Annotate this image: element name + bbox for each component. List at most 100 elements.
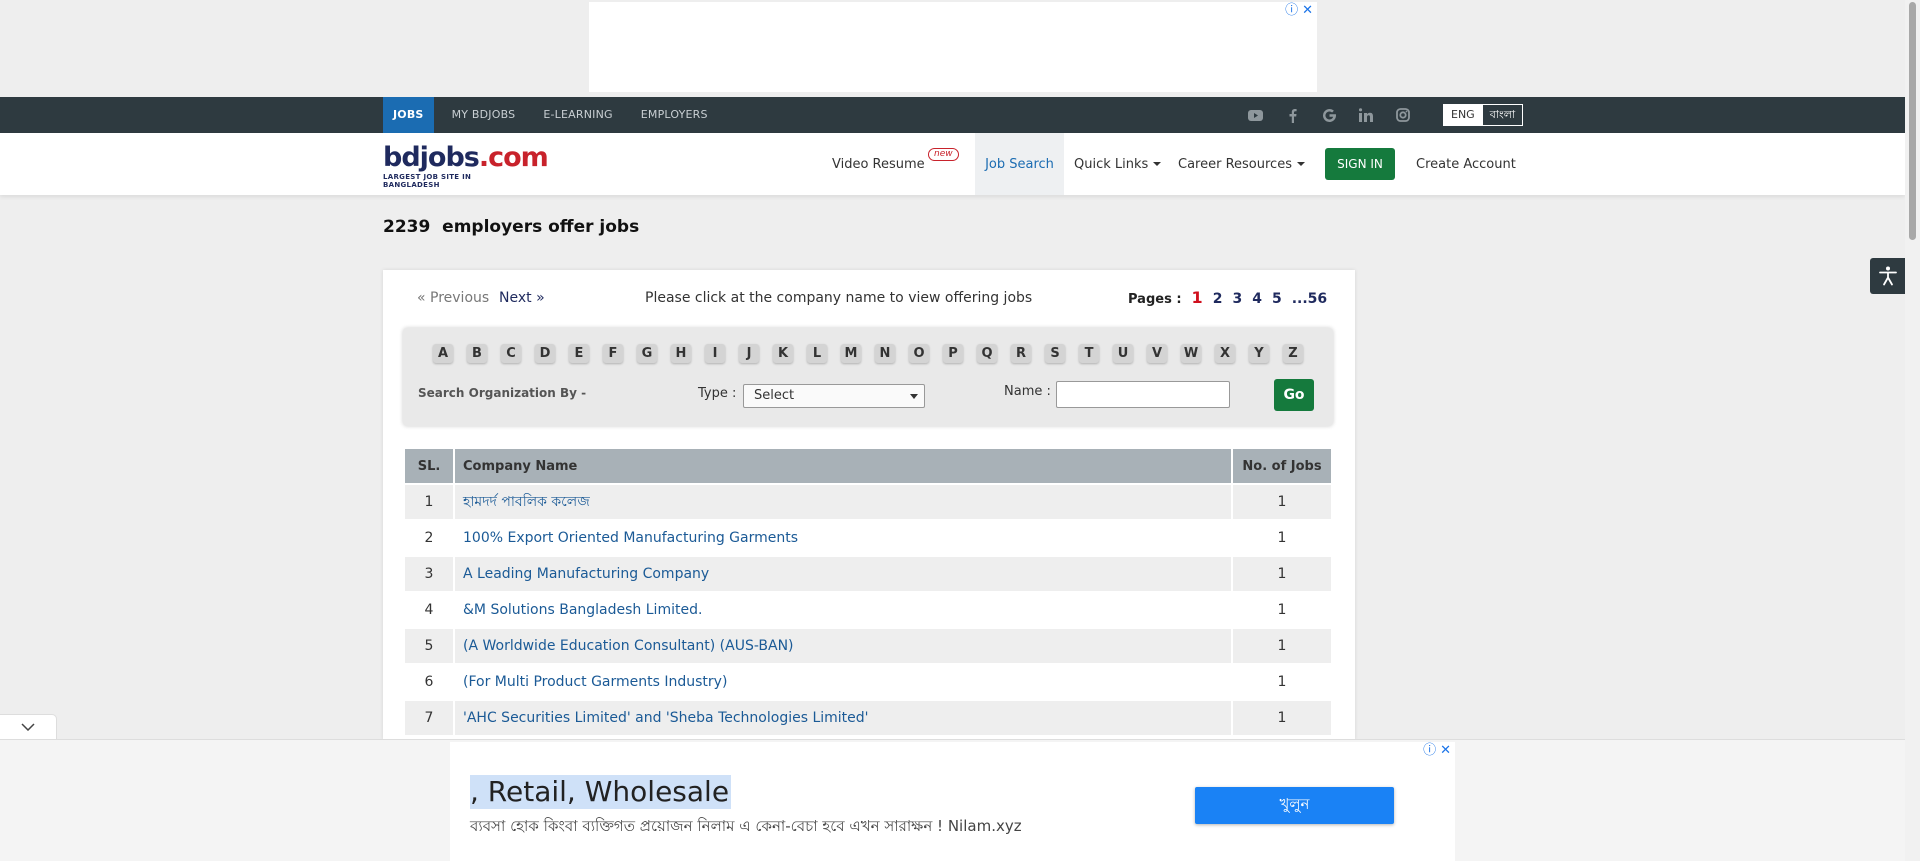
company-name-link[interactable]: (A Worldwide Education Consultant) (AUS-…: [453, 627, 1233, 665]
row-sl: 6: [403, 663, 455, 701]
table-row: 5 (A Worldwide Education Consultant) (AUS…: [403, 627, 1333, 665]
youtube-icon[interactable]: [1245, 105, 1265, 125]
company-name-link[interactable]: &M Solutions Bangladesh Limited.: [453, 591, 1233, 629]
company-name-link[interactable]: 100% Export Oriented Manufacturing Garme…: [453, 519, 1233, 557]
letter-filter-a[interactable]: A: [433, 344, 453, 363]
pages-label: Pages :: [1128, 292, 1182, 307]
company-name-link[interactable]: (For Multi Product Garments Industry): [453, 663, 1233, 701]
facebook-icon[interactable]: [1282, 105, 1302, 125]
main-header: bdjobs.com LARGEST JOB SITE IN BANGLADES…: [0, 133, 1905, 195]
ad-info-icon[interactable]: ⓘ: [1285, 4, 1298, 18]
company-name-link[interactable]: হামদর্দ পাবলিক কলেজ: [453, 483, 1233, 521]
letter-filter-v[interactable]: V: [1147, 344, 1167, 363]
filter-box: ABCDEFGHIJKLMNOPQRSTUVWXYZ Search Organi…: [403, 328, 1333, 426]
page-link-3[interactable]: 3: [1232, 291, 1242, 307]
top-nav-items: JOBS MY BDJOBS E-LEARNING EMPLOYERS: [383, 97, 726, 133]
top-ad-banner[interactable]: ⓘ ✕: [589, 2, 1317, 92]
letter-filter-h[interactable]: H: [671, 344, 691, 363]
row-sl: 2: [403, 519, 455, 557]
job-count: 1: [1231, 591, 1333, 629]
ad-close-icon[interactable]: ✕: [1302, 4, 1313, 18]
letter-filter-e[interactable]: E: [569, 344, 589, 363]
letter-filter-j[interactable]: J: [739, 344, 759, 363]
page-title-text: employers offer jobs: [442, 217, 640, 237]
scroll-thumb[interactable]: [1909, 2, 1916, 240]
letter-filter-p[interactable]: P: [943, 344, 963, 363]
letter-filter-z[interactable]: Z: [1283, 344, 1303, 363]
pager-row: « Previous Next » Please click at the co…: [383, 270, 1355, 325]
type-select[interactable]: Select: [743, 384, 925, 408]
lang-bangla-button[interactable]: বাংলা: [1481, 105, 1523, 125]
collapse-ad-button[interactable]: [0, 714, 57, 739]
ad-open-button[interactable]: খুলুন: [1195, 787, 1394, 824]
next-page-link[interactable]: Next »: [499, 290, 545, 306]
name-input[interactable]: [1056, 381, 1230, 408]
letter-filter-k[interactable]: K: [773, 344, 793, 363]
instagram-icon[interactable]: [1393, 105, 1413, 125]
page-scrollbar[interactable]: [1905, 0, 1920, 861]
letter-filter-m[interactable]: M: [841, 344, 861, 363]
previous-page-link[interactable]: « Previous: [417, 290, 489, 306]
search-by-label: Search Organization By -: [418, 386, 587, 400]
letter-filter-q[interactable]: Q: [977, 344, 997, 363]
letter-filter-w[interactable]: W: [1181, 344, 1201, 363]
letter-filter-l[interactable]: L: [807, 344, 827, 363]
letter-filter-t[interactable]: T: [1079, 344, 1099, 363]
google-icon[interactable]: [1319, 105, 1339, 125]
page-link-last[interactable]: ...56: [1292, 291, 1327, 307]
letter-filter-f[interactable]: F: [603, 344, 623, 363]
page-link-5[interactable]: 5: [1272, 291, 1282, 307]
language-switcher: ENG বাংলা: [1443, 104, 1524, 126]
bottom-ad-banner[interactable]: ⓘ ✕ , Retail, Wholesale ব্যবসা হোক কিংবা…: [450, 742, 1455, 861]
bdjobs-logo[interactable]: bdjobs.com LARGEST JOB SITE IN BANGLADES…: [383, 144, 549, 190]
letter-filter-g[interactable]: G: [637, 344, 657, 363]
nav-item-employers[interactable]: EMPLOYERS: [631, 97, 718, 133]
new-badge: new: [928, 148, 959, 161]
letter-filter-o[interactable]: O: [909, 344, 929, 363]
table-row: 7 'AHC Securities Limited' and 'Sheba Tec…: [403, 699, 1333, 737]
lang-eng-button[interactable]: ENG: [1444, 105, 1482, 125]
chevron-down-icon: [21, 723, 35, 731]
ad-subtext: ব্যবসা হোক কিংবা ব্যক্তিগত প্রয়োজন নিলা…: [470, 817, 1022, 835]
chevron-down-icon: [1153, 162, 1162, 166]
job-search-link[interactable]: Job Search: [975, 133, 1064, 195]
letter-filter-r[interactable]: R: [1011, 344, 1031, 363]
letter-filter-y[interactable]: Y: [1249, 344, 1269, 363]
letter-filter-x[interactable]: X: [1215, 344, 1235, 363]
sign-in-button[interactable]: SIGN IN: [1325, 148, 1395, 180]
page-title: 2239 employers offer jobs: [383, 217, 639, 237]
nav-item-my-bdjobs[interactable]: MY BDJOBS: [442, 97, 526, 133]
create-account-link[interactable]: Create Account: [1416, 133, 1516, 195]
name-label: Name :: [1004, 384, 1051, 399]
letter-filter-i[interactable]: I: [705, 344, 725, 363]
linkedin-icon[interactable]: [1356, 105, 1376, 125]
job-count: 1: [1231, 663, 1333, 701]
letter-filter-s[interactable]: S: [1045, 344, 1065, 363]
table-row: 4 &M Solutions Bangladesh Limited. 1: [403, 591, 1333, 629]
nav-item-e-learning[interactable]: E-LEARNING: [533, 97, 622, 133]
company-name-link[interactable]: A Leading Manufacturing Company: [453, 555, 1233, 593]
career-resources-dropdown[interactable]: Career Resources: [1178, 133, 1305, 195]
page-link-2[interactable]: 2: [1213, 291, 1223, 307]
quick-links-dropdown[interactable]: Quick Links: [1074, 133, 1162, 195]
video-resume-link[interactable]: Video Resume: [832, 133, 925, 195]
page-link-4[interactable]: 4: [1252, 291, 1262, 307]
logo-tagline: LARGEST JOB SITE IN BANGLADESH: [383, 173, 472, 189]
ad-headline[interactable]: , Retail, Wholesale: [470, 775, 732, 809]
nav-item-jobs[interactable]: JOBS: [383, 97, 434, 133]
letter-filter-c[interactable]: C: [501, 344, 521, 363]
accessibility-button[interactable]: [1870, 258, 1905, 294]
ad-controls: ⓘ ✕: [1423, 744, 1451, 758]
letter-filter-b[interactable]: B: [467, 344, 487, 363]
ad-info-icon[interactable]: ⓘ: [1423, 744, 1436, 758]
job-count: 1: [1231, 519, 1333, 557]
quick-links-label: Quick Links: [1074, 156, 1149, 172]
chevron-down-icon: [910, 394, 918, 399]
letter-filter-d[interactable]: D: [535, 344, 555, 363]
letter-filter-n[interactable]: N: [875, 344, 895, 363]
letter-filter-u[interactable]: U: [1113, 344, 1133, 363]
page-link-1[interactable]: 1: [1192, 288, 1203, 307]
ad-close-icon[interactable]: ✕: [1440, 744, 1451, 758]
go-button[interactable]: Go: [1274, 379, 1314, 411]
company-name-link[interactable]: 'AHC Securities Limited' and 'Sheba Tech…: [453, 699, 1233, 737]
